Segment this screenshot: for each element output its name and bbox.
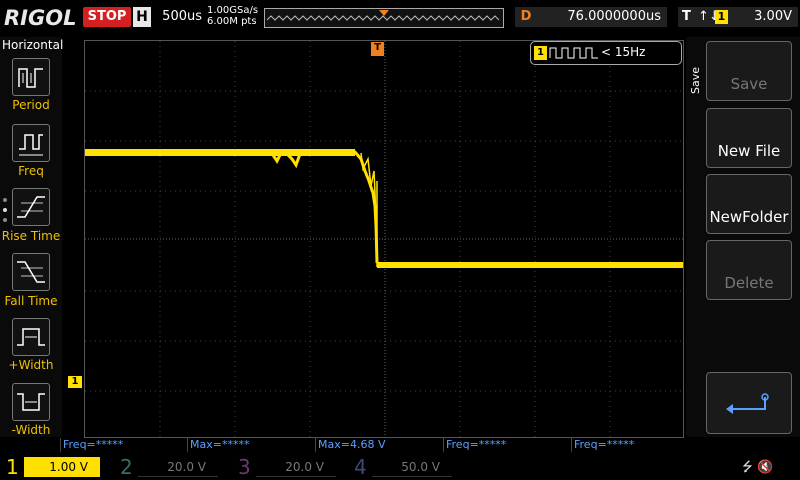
rigol-logo: RIGOL [4,6,77,30]
speaker-mute-icon[interactable]: 🔇 [757,460,773,475]
pos-width-icon [17,328,45,346]
trigger-status[interactable]: T ↑↓ 1 3.00V [678,7,798,27]
freq-icon [19,134,43,156]
neg-width-measure-button[interactable] [12,383,50,421]
trigger-channel: 1 [715,10,728,24]
new-folder-button[interactable]: NewFolder [706,174,792,234]
period-label: Period [12,98,50,112]
sample-rate: 1.00GSa/s [207,5,259,16]
delete-button[interactable]: Delete [706,240,792,300]
channel1-scale[interactable]: 1.00 V [24,457,100,477]
neg-width-icon [17,393,45,411]
channel3-number[interactable]: 3 [238,454,251,480]
neg-width-label: -Width [11,423,51,437]
channel1-ground-marker[interactable]: 1 [68,376,82,388]
channel1-trace [85,149,683,268]
acquisition-info: 1.00GSa/s 6.00M pts [207,5,258,27]
period-icon [18,68,43,88]
frequency-counter[interactable]: 1 < 15Hz [530,41,682,65]
channel2-number[interactable]: 2 [120,454,133,480]
channel2-scale[interactable]: 20.0 V [138,457,218,477]
fall-edge-icon [17,261,45,283]
run-stop-status[interactable]: STOP [83,7,131,27]
memory-overview-bar[interactable] [264,8,504,28]
graticule [85,41,683,437]
fall-time-label: Fall Time [4,294,58,308]
channel4-number[interactable]: 4 [354,454,367,480]
measurement-4[interactable]: Freq=***** [443,438,569,452]
usb-status: ⭍ 🔇 [742,458,773,480]
counter-value: < 15Hz [601,45,646,59]
trigger-level: 3.00V [754,9,792,24]
rise-time-label: Rise Time [1,229,61,243]
pos-width-label: +Width [8,358,54,372]
waveform-display[interactable] [84,40,684,438]
channel4-scale[interactable]: 50.0 V [372,457,452,477]
save-button[interactable]: Save [706,41,792,101]
new-file-button[interactable]: New File [706,108,792,168]
channel1-number[interactable]: 1 [6,454,19,480]
freq-label: Freq [18,164,44,178]
return-arrow-icon [726,393,769,414]
measurement-2[interactable]: Max=***** [187,438,313,452]
menu-page-dot [3,218,7,222]
channel3-scale[interactable]: 20.0 V [256,457,336,477]
delay-value[interactable]: 76.0000000us [537,7,667,27]
trigger-position-marker[interactable]: T [371,42,384,56]
rise-edge-icon [17,196,45,218]
trigger-label: T [682,9,691,24]
pos-width-measure-button[interactable] [12,318,50,356]
measurement-5[interactable]: Freq=***** [571,438,697,452]
measure-menu-title: Horizontal [2,38,64,52]
measurement-3[interactable]: Max=4.68 V [315,438,441,452]
menu-page-dot-active [3,208,7,212]
save-menu-title: Save [689,66,702,94]
delay-label: D [515,7,537,27]
rise-time-measure-button[interactable] [12,188,50,226]
square-wave-icon [549,47,598,59]
counter-channel: 1 [534,46,547,60]
return-button[interactable] [706,372,792,434]
horizontal-label: H [133,7,151,27]
menu-page-dot [3,198,7,202]
measurement-1[interactable]: Freq=***** [60,438,186,452]
memory-depth: 6.00M pts [207,16,257,27]
usb-icon: ⭍ [742,460,753,475]
fall-time-measure-button[interactable] [12,253,50,291]
period-measure-button[interactable] [12,58,50,96]
timebase-value[interactable]: 500us [152,7,202,27]
freq-measure-button[interactable] [12,124,50,162]
